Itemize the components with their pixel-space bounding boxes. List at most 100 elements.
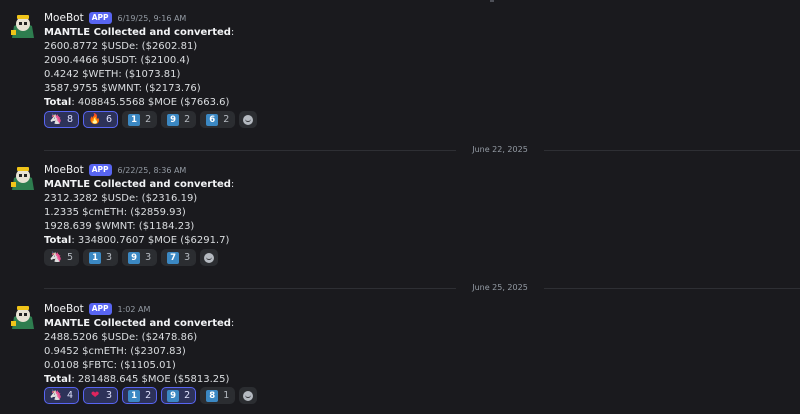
moebot-avatar-icon xyxy=(8,303,38,333)
message-heading: MANTLE Collected and converted xyxy=(44,27,231,38)
message-line: 0.9452 $cmETH: ($2307.83) xyxy=(44,346,186,357)
reaction-heart[interactable]: ❤ 3 xyxy=(83,387,119,404)
message-line: 2312.3282 $USDe: ($2316.19) xyxy=(44,193,198,204)
moebot-avatar-icon xyxy=(8,164,38,194)
reaction-count: 8 xyxy=(67,114,74,125)
keycap-7-icon: 7 xyxy=(167,251,180,264)
message-line: 0.4242 $WETH: ($1073.81) xyxy=(44,69,181,80)
reaction-count: 1 xyxy=(223,390,230,401)
moebot-avatar-icon xyxy=(8,12,38,42)
heading-suffix: : xyxy=(230,27,235,38)
message-heading-line: MANTLE Collected and converted: xyxy=(44,178,234,192)
total-value: : 334800.7607 $MOE ($6291.7) xyxy=(71,235,230,246)
reaction-keycap-9[interactable]: 92 xyxy=(161,111,197,128)
keycap-1-icon: 1 xyxy=(128,389,141,402)
reaction-count: 3 xyxy=(145,252,152,263)
avatar[interactable] xyxy=(8,12,38,42)
reaction-keycap-1[interactable]: 13 xyxy=(83,249,119,266)
reaction-count: 5 xyxy=(67,252,74,263)
date-divider-label: June 25, 2025 xyxy=(472,283,528,292)
keycap-9-icon: 9 xyxy=(167,113,180,126)
message-content: MANTLE Collected and converted: 2312.328… xyxy=(44,178,234,248)
total-value: : 281488.645 $MOE ($5813.25) xyxy=(71,374,230,385)
unicorn-icon: 🦄 xyxy=(49,251,63,263)
message-content: MANTLE Collected and converted: 2488.520… xyxy=(44,317,234,387)
avatar[interactable] xyxy=(8,303,38,333)
date-divider: June 25, 2025 xyxy=(44,282,800,294)
reaction-count: 2 xyxy=(145,390,152,401)
message-heading: MANTLE Collected and converted xyxy=(44,179,231,190)
reaction-keycap-9[interactable]: 93 xyxy=(122,249,158,266)
reaction-keycap-6[interactable]: 62 xyxy=(200,111,236,128)
reaction-keycap-1[interactable]: 12 xyxy=(122,387,158,404)
app-badge: APP xyxy=(88,303,112,315)
date-divider-label: June 22, 2025 xyxy=(472,145,528,154)
message-heading: MANTLE Collected and converted xyxy=(44,318,231,329)
total-line: Total: 408845.5568 $MOE ($7663.6) xyxy=(44,96,234,110)
reaction-count: 3 xyxy=(106,390,113,401)
reaction-fire[interactable]: 🔥 6 xyxy=(83,111,119,128)
smiley-icon xyxy=(204,252,215,263)
message-line: 2600.8772 $USDe: ($2602.81) xyxy=(44,41,198,52)
message-line: 0.0108 $FBTC: ($1105.01) xyxy=(44,360,176,371)
reaction-count: 2 xyxy=(223,114,230,125)
message-content: MANTLE Collected and converted: 2600.877… xyxy=(44,26,234,110)
keycap-8-icon: 8 xyxy=(206,389,219,402)
timestamp[interactable]: 6/22/25, 8:36 AM xyxy=(118,166,187,175)
keycap-1-icon: 1 xyxy=(128,113,141,126)
heart-icon: ❤ xyxy=(90,389,100,401)
reaction-keycap-8[interactable]: 81 xyxy=(200,387,236,404)
reaction-count: 2 xyxy=(145,114,152,125)
app-badge: APP xyxy=(88,12,112,24)
add-reaction-button[interactable] xyxy=(239,387,258,404)
message-line: 3587.9755 $WMNT: ($2173.76) xyxy=(44,83,201,94)
add-reaction-button[interactable] xyxy=(200,249,219,266)
message-line: 1.2335 $cmETH: ($2859.93) xyxy=(44,207,186,218)
app-badge: APP xyxy=(88,164,112,176)
total-label: Total xyxy=(44,97,72,108)
username[interactable]: MoeBot xyxy=(44,164,84,176)
total-value: : 408845.5568 $MOE ($7663.6) xyxy=(71,97,230,108)
reaction-count: 4 xyxy=(67,390,74,401)
keycap-9-icon: 9 xyxy=(167,389,180,402)
message-heading-line: MANTLE Collected and converted: xyxy=(44,317,234,331)
reaction-bar: 🦄 8 🔥 6 12 92 62 xyxy=(44,111,258,128)
avatar[interactable] xyxy=(8,164,38,194)
timestamp[interactable]: 6/19/25, 9:16 AM xyxy=(118,14,187,23)
reaction-keycap-9[interactable]: 92 xyxy=(161,387,197,404)
total-label: Total xyxy=(44,374,72,385)
keycap-1-icon: 1 xyxy=(89,251,102,264)
reaction-count: 2 xyxy=(184,114,191,125)
message-line: 2488.5206 $USDe: ($2478.86) xyxy=(44,332,198,343)
message-line: 1928.639 $WMNT: ($1184.23) xyxy=(44,221,195,232)
reaction-keycap-7[interactable]: 73 xyxy=(161,249,197,266)
unicorn-icon: 🦄 xyxy=(49,389,63,401)
username[interactable]: MoeBot xyxy=(44,12,84,24)
date-divider: June 22, 2025 xyxy=(44,144,800,156)
reaction-keycap-1[interactable]: 12 xyxy=(122,111,158,128)
unicorn-icon: 🦄 xyxy=(49,113,63,125)
message-heading-line: MANTLE Collected and converted: xyxy=(44,26,234,40)
timestamp[interactable]: 1:02 AM xyxy=(118,305,151,314)
reaction-bar: 🦄 5 13 93 73 xyxy=(44,249,219,266)
total-line: Total: 281488.645 $MOE ($5813.25) xyxy=(44,373,234,387)
reaction-unicorn[interactable]: 🦄 8 xyxy=(44,111,80,128)
heading-suffix: : xyxy=(230,318,235,329)
add-reaction-button[interactable] xyxy=(239,111,258,128)
keycap-9-icon: 9 xyxy=(128,251,141,264)
reaction-unicorn[interactable]: 🦄 4 xyxy=(44,387,80,404)
reaction-count: 2 xyxy=(184,390,191,401)
total-line: Total: 334800.7607 $MOE ($6291.7) xyxy=(44,234,234,248)
reaction-bar: 🦄 4 ❤ 3 12 92 81 xyxy=(44,387,258,404)
reaction-unicorn[interactable]: 🦄 5 xyxy=(44,249,80,266)
keycap-6-icon: 6 xyxy=(206,113,219,126)
smiley-icon xyxy=(243,114,254,125)
username[interactable]: MoeBot xyxy=(44,303,84,315)
message-line: 2090.4466 $USDT: ($2100.4) xyxy=(44,55,190,66)
smiley-icon xyxy=(243,390,254,401)
fire-icon: 🔥 xyxy=(88,113,102,125)
reaction-count: 6 xyxy=(106,114,113,125)
total-label: Total xyxy=(44,235,72,246)
scroll-indicator xyxy=(490,0,494,2)
reaction-count: 3 xyxy=(184,252,191,263)
